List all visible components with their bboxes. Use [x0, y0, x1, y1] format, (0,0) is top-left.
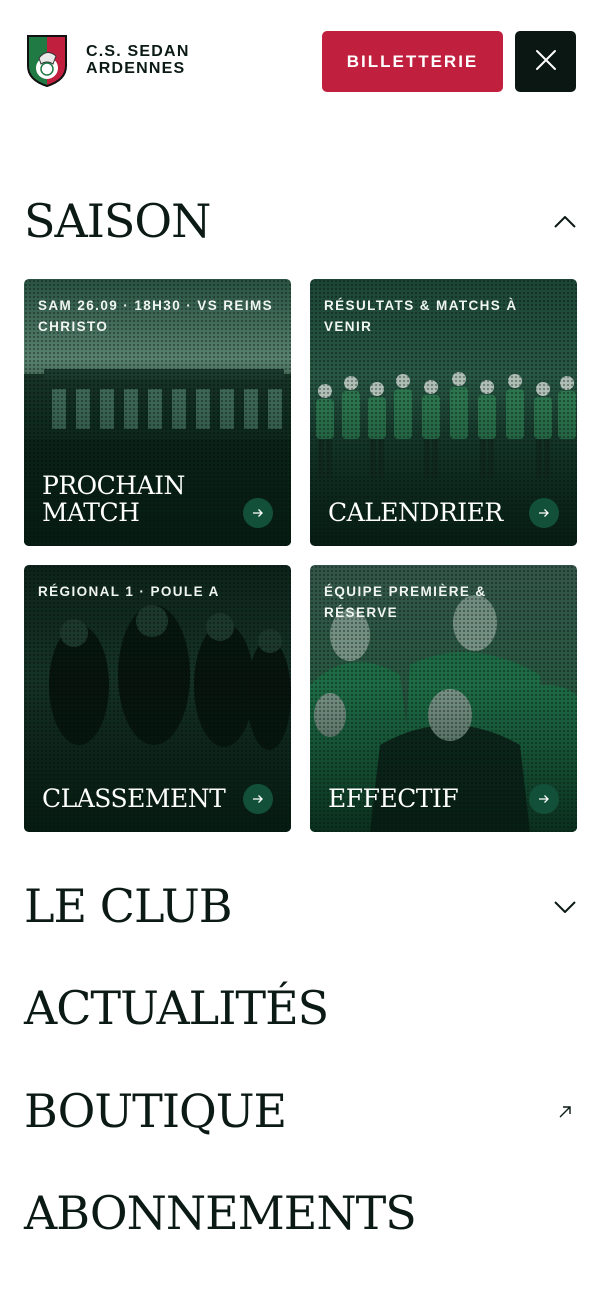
club-name-line2: ARDENNES	[86, 60, 186, 77]
card-title-line2: MATCH	[42, 498, 140, 527]
card-title-line1: EFFECTIF	[328, 784, 459, 813]
arrow-right-icon	[243, 498, 273, 528]
card-title: CALENDRIER	[328, 499, 503, 526]
card-title: CLASSEMENT	[42, 784, 226, 813]
header: C.S. SEDAN ARDENNES BILLETTERIE	[0, 0, 600, 120]
club-crest-icon[interactable]	[26, 34, 68, 88]
card-title-line1: PROCHAIN	[42, 471, 185, 500]
card-title-line1: CLASSEMENT	[42, 784, 226, 813]
external-link-icon[interactable]	[553, 1100, 577, 1124]
chevron-up-icon[interactable]	[553, 210, 577, 234]
close-menu-button[interactable]	[515, 31, 576, 92]
card-calendrier[interactable]: RÉSULTATS & MATCHS À VENIR CALENDRIER	[310, 279, 577, 546]
nav-abonnements-title[interactable]: ABONNEMENTS	[24, 1190, 417, 1236]
arrow-right-icon	[529, 784, 559, 814]
close-icon	[535, 49, 557, 74]
arrow-right-icon	[529, 498, 559, 528]
nav-actualites-title[interactable]: ACTUALITÉS	[24, 985, 329, 1031]
card-kicker: RÉSULTATS & MATCHS À VENIR	[324, 298, 518, 334]
chevron-down-icon[interactable]	[553, 895, 577, 919]
card-kicker: ÉQUIPE PREMIÈRE & RÉSERVE	[324, 584, 487, 620]
card-title-line1: CALENDRIER	[328, 498, 503, 527]
nav-saison-title[interactable]: SAISON	[24, 198, 211, 244]
club-name[interactable]: C.S. SEDAN ARDENNES	[86, 43, 190, 77]
arrow-right-icon	[243, 784, 273, 814]
card-prochain-match[interactable]: SAM 26.09 · 18H30 · VS REIMS CHRISTO PRO…	[24, 279, 291, 546]
card-title: PROCHAIN MATCH	[42, 472, 185, 526]
club-name-line1: C.S. SEDAN	[86, 43, 190, 60]
card-kicker: SAM 26.09 · 18H30 · VS REIMS CHRISTO	[38, 298, 274, 334]
nav-le-club-title[interactable]: LE CLUB	[24, 883, 233, 929]
card-kicker: RÉGIONAL 1 · POULE A	[38, 584, 220, 599]
ticket-button[interactable]: BILLETTERIE	[322, 31, 503, 92]
nav-boutique-title[interactable]: BOUTIQUE	[24, 1088, 287, 1134]
card-effectif[interactable]: ÉQUIPE PREMIÈRE & RÉSERVE EFFECTIF	[310, 565, 577, 832]
card-classement[interactable]: RÉGIONAL 1 · POULE A CLASSEMENT	[24, 565, 291, 832]
card-title: EFFECTIF	[328, 784, 459, 813]
